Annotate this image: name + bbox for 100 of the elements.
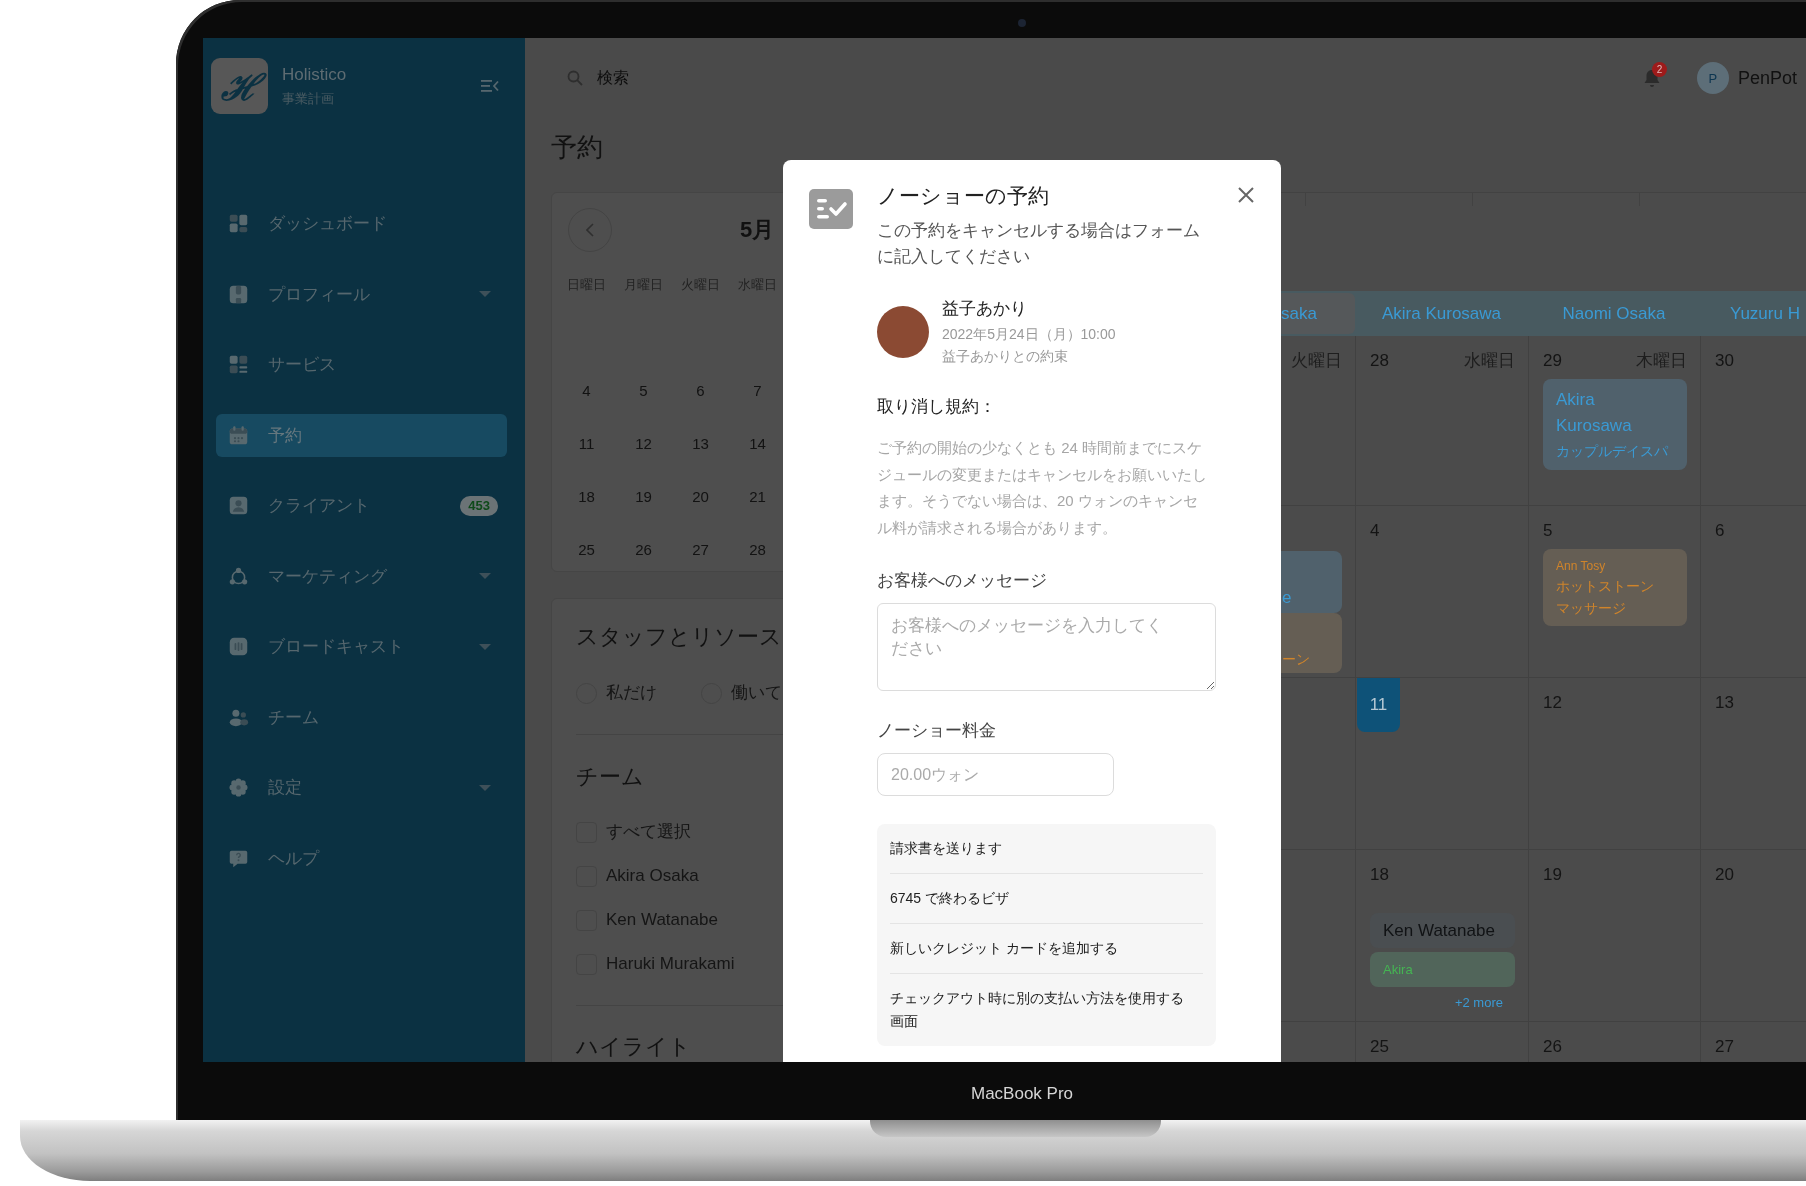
- payment-option[interactable]: チェックアウト時に別の支払い方法を使用する画面: [890, 973, 1203, 1046]
- appointment-title: 益子あかりとの約束: [942, 347, 1069, 366]
- event-title: Akira Kurosawa: [1556, 389, 1633, 437]
- field-label: ノーショー料金: [877, 720, 997, 742]
- brand-name: Holistico: [282, 64, 347, 86]
- message-field[interactable]: お客様へのメッセージを入力してください: [877, 603, 1216, 691]
- camera-dot-icon: [1018, 19, 1026, 27]
- calendar-day[interactable]: 18: [578, 487, 595, 507]
- client-name: 益子あかり: [942, 298, 1028, 320]
- calendar-day[interactable]: 27: [692, 540, 709, 560]
- settings-icon: [228, 777, 249, 798]
- payment-option[interactable]: 請求書を送ります: [890, 824, 1203, 873]
- checkbox-label: Akira Osaka: [606, 865, 699, 887]
- day-number[interactable]: 13: [1715, 692, 1734, 714]
- equalizer-icon: [228, 636, 249, 657]
- count-badge: 453: [460, 495, 498, 516]
- event-service: カップルデイスパ: [1556, 442, 1669, 461]
- field-label: お客様へのメッセージ: [877, 570, 1048, 592]
- user-name[interactable]: PenPot: [1737, 67, 1797, 89]
- event-client: Akira: [1383, 960, 1414, 979]
- calendar-day[interactable]: 14: [749, 434, 766, 454]
- calendar-event[interactable]: Akira Kurosawa カップルデイスパ: [1543, 379, 1687, 470]
- calendar-event[interactable]: Ken Watanabe: [1370, 913, 1515, 948]
- profile-card-icon: [228, 283, 249, 305]
- section-title: ハイライト: [576, 1033, 692, 1061]
- menu-collapse-icon[interactable]: [481, 80, 499, 92]
- calendar-day[interactable]: 5: [639, 381, 648, 401]
- month-label: 5月: [740, 216, 775, 244]
- notification-badge: 2: [1651, 61, 1667, 77]
- sidebar-item[interactable]: クライアント 453: [216, 484, 507, 527]
- staff-tab[interactable]: Naomi Osaka: [1528, 293, 1700, 334]
- day-number[interactable]: 30: [1715, 350, 1734, 372]
- nodes-icon: [228, 565, 249, 587]
- event-title: e: [1282, 587, 1293, 609]
- calendar-day[interactable]: 12: [635, 434, 652, 454]
- radio-label: 私だけ: [606, 682, 657, 704]
- policy-text: ご予約の開始の少なくとも 24 時間前までにスケジュールの変更またはキャンセルをお願いいたします。そうでない場合は、20 ウォンのキャンセル料が請求される場合があります。: [877, 438, 1208, 538]
- day-number[interactable]: 26: [1543, 1036, 1562, 1058]
- sidebar-item[interactable]: マーケティング: [216, 554, 507, 598]
- day-number[interactable]: 25: [1370, 1036, 1389, 1058]
- checkbox-label: Haruki Murakami: [606, 953, 735, 975]
- radio-label: 働いて: [731, 682, 782, 704]
- event-client: Ann Tosy: [1556, 558, 1607, 575]
- sidebar-item[interactable]: ブロードキャスト: [216, 625, 507, 668]
- close-icon: [1236, 185, 1256, 205]
- policy-heading: 取り消し規約：: [877, 396, 997, 418]
- calendar-day[interactable]: 4: [582, 381, 591, 401]
- event-service: ホットストーンマッサージ: [1556, 577, 1655, 618]
- tiles-icon: [228, 213, 249, 234]
- calendar-day[interactable]: 28: [749, 540, 766, 560]
- app-logo: ℋ: [211, 58, 268, 114]
- event-title: Ken Watanabe: [1383, 919, 1496, 942]
- calendar-day[interactable]: 19: [635, 487, 652, 507]
- close-button[interactable]: [1236, 185, 1256, 205]
- user-avatar[interactable]: P: [1696, 62, 1729, 94]
- calendar-day[interactable]: 20: [692, 487, 709, 507]
- sidebar-item[interactable]: サービス: [216, 343, 507, 386]
- modal-title: ノーショーの予約: [877, 183, 1050, 209]
- day-number[interactable]: 18: [1370, 864, 1389, 886]
- calendar-event[interactable]: Akira: [1370, 952, 1515, 987]
- checkbox-label: Ken Watanabe: [606, 909, 718, 931]
- section-title: スタッフとリソース: [576, 623, 783, 651]
- event-service: ーン: [1282, 650, 1311, 669]
- calendar-day[interactable]: 21: [749, 487, 766, 507]
- today-date[interactable]: 11: [1357, 678, 1400, 732]
- calendar-day[interactable]: 11: [578, 434, 595, 454]
- search-icon: [567, 70, 583, 86]
- calendar-event[interactable]: Ann Tosy ホットストーンマッサージ: [1543, 549, 1687, 626]
- day-number[interactable]: 28: [1370, 350, 1389, 372]
- checklist-icon: [809, 189, 853, 229]
- sidebar-item[interactable]: 設定: [216, 766, 507, 809]
- sidebar-item[interactable]: ダッシュボード: [216, 202, 507, 245]
- chevron-left-icon: [586, 223, 594, 237]
- staff-tab[interactable]: Akira Kurosawa: [1355, 293, 1528, 334]
- brand-subtitle: 事業計画: [282, 90, 335, 108]
- avatar-placeholder: [877, 306, 929, 358]
- day-number[interactable]: 27: [1715, 1036, 1734, 1058]
- grid-list-icon: [228, 354, 249, 375]
- payment-option[interactable]: 新しいクレジット カードを追加する: [890, 923, 1203, 973]
- sidebar-item[interactable]: ヘルプ: [216, 836, 507, 880]
- calendar-day[interactable]: 7: [753, 381, 762, 401]
- staff-tab[interactable]: Yuzuru H: [1700, 293, 1806, 334]
- calendar-day[interactable]: 25: [578, 540, 595, 560]
- user-icon: [228, 495, 249, 516]
- modal-subtitle: この予約をキャンセルする場合はフォームに記入してください: [877, 220, 1201, 268]
- page-title: 予約: [551, 131, 604, 164]
- sidebar-item[interactable]: チーム: [216, 695, 507, 739]
- payment-option[interactable]: 6745 で終わるビザ: [890, 873, 1203, 923]
- sidebar-item[interactable]: 予約: [216, 413, 507, 457]
- appointment-datetime: 2022年5月24日（月）10:00: [942, 325, 1116, 344]
- sidebar-item[interactable]: プロフィール: [216, 272, 507, 316]
- fee-field[interactable]: 20.00ウォン: [877, 753, 1114, 796]
- checkbox-label: すべて選択: [606, 821, 691, 843]
- more-events-link[interactable]: +2 more: [1454, 994, 1503, 1012]
- calendar-day[interactable]: 13: [692, 434, 709, 454]
- calendar-icon: [228, 424, 249, 446]
- section-title: チーム: [576, 763, 645, 791]
- calendar-day[interactable]: 6: [696, 381, 705, 401]
- search-field[interactable]: 検索: [597, 63, 797, 93]
- calendar-day[interactable]: 26: [635, 540, 652, 560]
